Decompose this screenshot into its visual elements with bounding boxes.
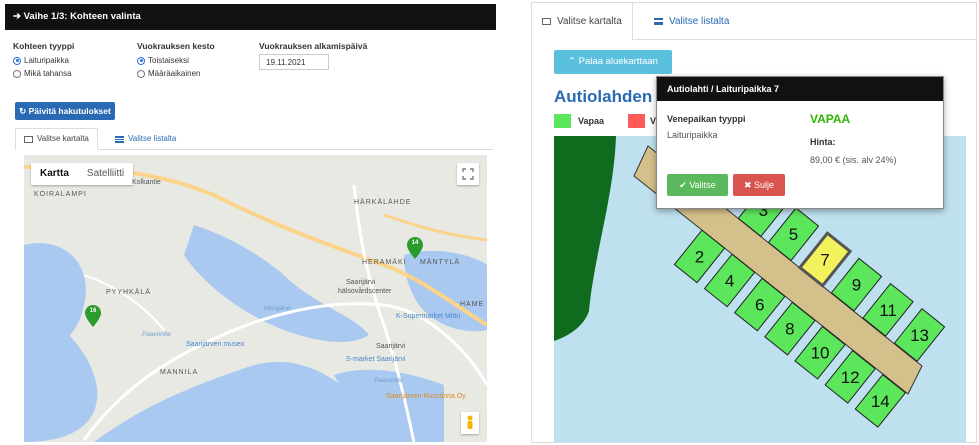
- refresh-results-button[interactable]: ↻ Päivitä hakutulokset: [15, 102, 115, 120]
- place-label: MÄNTYLÄ: [420, 259, 461, 266]
- berth-number: 14: [871, 392, 890, 411]
- street-view-button[interactable]: [461, 412, 479, 434]
- place-label: HÄRKÄLÄHDE: [354, 199, 412, 206]
- duration-label: Vuokrauksen kesto: [137, 41, 215, 51]
- water-label: Herajärvi: [264, 305, 291, 312]
- berth-number: 9: [852, 276, 861, 295]
- radio-unchecked-icon: [137, 69, 145, 78]
- marker-pin[interactable]: 16: [85, 305, 101, 327]
- radio-label: Laituripaikka: [24, 56, 69, 65]
- berth-number: 5: [789, 225, 798, 244]
- map-type-control: Kartta Satelliitti: [31, 163, 134, 185]
- radio-mika-tahansa[interactable]: Mikä tahansa: [13, 69, 72, 78]
- tab-label: Valitse kartalta: [37, 134, 89, 143]
- legend-free-label: Vapaa: [578, 116, 605, 126]
- place-label: KOIRALAMPI: [34, 191, 87, 198]
- start-date-input[interactable]: [259, 54, 329, 70]
- price-label: Hinta:: [810, 137, 836, 147]
- target-type-label: Kohteen tyyppi: [13, 41, 75, 51]
- close-button[interactable]: ✖ Sulje: [733, 174, 785, 196]
- left-panel: ➔ Vaihe 1/3: Kohteen valinta Kohteen tyy…: [5, 4, 496, 442]
- poi-label: S-market Saarijärvi: [346, 356, 406, 363]
- berth-popup: Autiolahti / Laituripaikka 7 Venepaikan …: [656, 76, 944, 209]
- tab-list[interactable]: Valitse listalta: [107, 128, 184, 150]
- berth-number: 7: [820, 250, 829, 269]
- start-date-label: Vuokrauksen alkamispäivä: [259, 41, 368, 51]
- berth-number: 4: [725, 271, 734, 290]
- fullscreen-icon: [462, 168, 474, 180]
- view-tabs: Valitse kartalta Valitse listalta: [15, 128, 493, 150]
- google-map[interactable]: Kartta Satelliitti KOIRALAMPI HÄRKÄLÄHDE…: [24, 155, 487, 442]
- tab-label: Valitse kartalta: [557, 16, 622, 27]
- place-label: HERAMÄKI: [362, 259, 407, 266]
- place-label: MANNILA: [160, 369, 199, 376]
- berth-number: 6: [755, 296, 764, 315]
- legend-free-swatch: [554, 114, 571, 128]
- map-icon: [542, 18, 551, 25]
- area-title: Autiolahden: [554, 87, 653, 106]
- map-type-kartta[interactable]: Kartta: [31, 163, 78, 185]
- radio-label: Mikä tahansa: [24, 69, 72, 78]
- poi-label: hälsovårdscenter: [338, 288, 392, 295]
- fullscreen-button[interactable]: [457, 163, 479, 185]
- radio-unchecked-icon: [13, 69, 21, 78]
- berth-number: 10: [811, 344, 830, 363]
- radio-toistaiseksi[interactable]: Toistaiseksi: [137, 56, 189, 65]
- poi-label: Saarijärven museo: [186, 341, 245, 348]
- marker-pin[interactable]: 14: [407, 237, 423, 259]
- radio-checked-icon: [137, 56, 145, 65]
- radio-maaraaikainen[interactable]: Määräaikainen: [137, 69, 200, 78]
- pin-label: 16: [89, 308, 97, 314]
- radio-label: Määräaikainen: [148, 69, 201, 78]
- radio-label: Toistaiseksi: [148, 56, 189, 65]
- back-to-area-map-button[interactable]: ⌃ Palaa aluekarttaan: [554, 50, 672, 74]
- berth-number: 11: [879, 301, 897, 320]
- berth-type-value: Laituripaikka: [667, 130, 718, 140]
- berth-number: 12: [841, 368, 860, 387]
- right-panel: Valitse kartalta Valitse listalta ⌃ Pala…: [531, 2, 977, 443]
- road-name-label: Paavontie: [142, 331, 171, 338]
- poi-label: K-Supermarket Mittu: [396, 313, 461, 320]
- poi-label: Saarijärvi: [376, 343, 406, 350]
- legend-reserved-swatch: [628, 114, 645, 128]
- tab-label: Valitse listalta: [128, 134, 177, 143]
- map-type-satelliitti[interactable]: Satelliitti: [78, 163, 133, 185]
- road-name-label: Paavontie: [374, 377, 403, 384]
- berth-number: 2: [695, 247, 704, 266]
- list-icon: [115, 135, 124, 143]
- radio-checked-icon: [13, 56, 21, 65]
- step-header: ➔ Vaihe 1/3: Kohteen valinta: [5, 4, 496, 30]
- berth-number: 8: [785, 320, 794, 339]
- poi-label: Saarijärven Ruustinna Oy: [386, 393, 466, 400]
- radio-laituripaikka[interactable]: Laituripaikka: [13, 56, 69, 65]
- place-label: PYYHKÄLÄ: [106, 289, 151, 296]
- pin-label: 14: [411, 240, 419, 246]
- view-tabs: Valitse kartalta Valitse listalta: [532, 3, 976, 40]
- poi-label: Saarijärvi: [346, 279, 376, 286]
- berth-number: 13: [910, 326, 929, 345]
- road-name-label: Kolkantie: [132, 179, 161, 186]
- berth-status: VAPAA: [810, 112, 851, 126]
- berth-type-label: Venepaikan tyyppi: [667, 114, 746, 124]
- price-value: 89,00 € (sis. alv 24%): [810, 155, 897, 165]
- pegman-icon: [467, 415, 473, 429]
- tab-map[interactable]: Valitse kartalta: [15, 128, 98, 150]
- place-label: HAME: [460, 301, 485, 308]
- map-icon: [24, 135, 33, 143]
- popup-title: Autiolahti / Laituripaikka 7: [657, 77, 943, 101]
- tab-map[interactable]: Valitse kartalta: [532, 3, 633, 40]
- list-icon: [654, 18, 663, 25]
- tab-label: Valitse listalta: [669, 16, 730, 27]
- tab-list[interactable]: Valitse listalta: [644, 3, 739, 40]
- choose-button[interactable]: ✔ Valitse: [667, 174, 728, 196]
